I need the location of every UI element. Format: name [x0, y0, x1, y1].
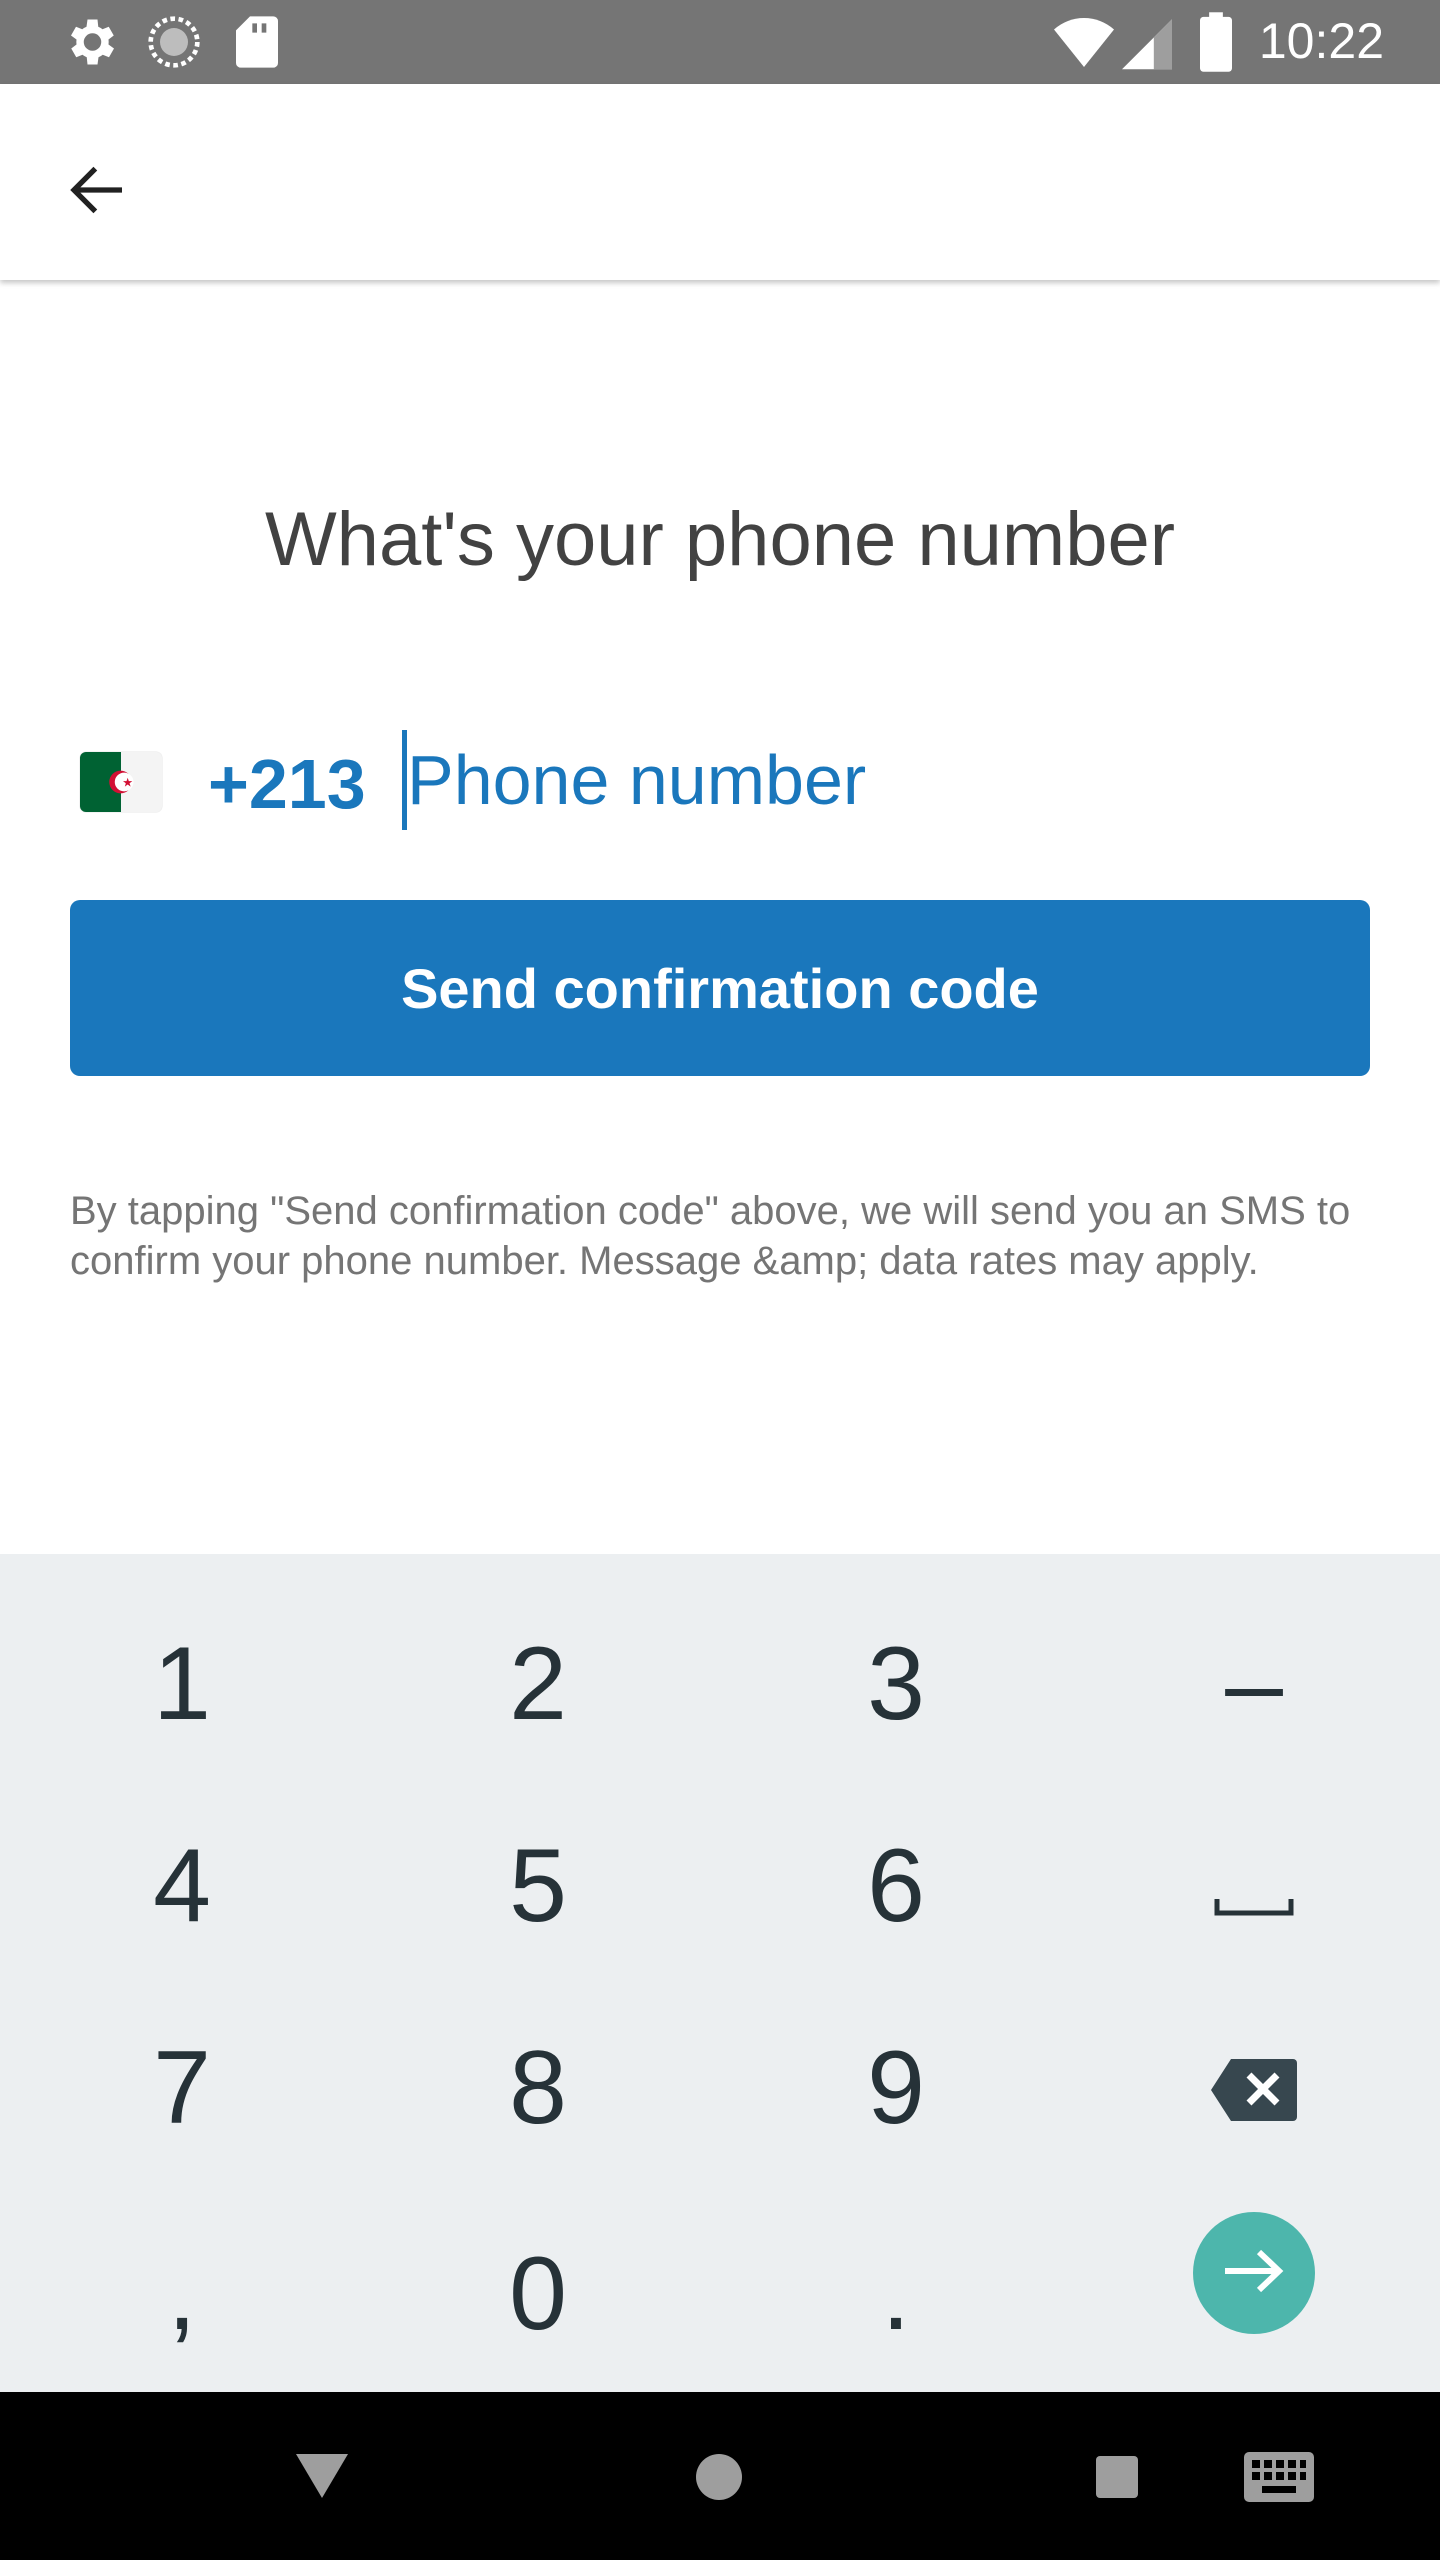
send-confirmation-code-button[interactable]: Send confirmation code [70, 900, 1370, 1076]
key-space[interactable] [1076, 1786, 1432, 1986]
algeria-flag-icon[interactable] [80, 752, 162, 812]
key-3[interactable]: 3 [718, 1584, 1074, 1784]
key-period[interactable]: . [718, 2194, 1074, 2394]
status-bar: 10:22 [0, 0, 1440, 84]
space-icon [1214, 1827, 1294, 1946]
phone-number-input[interactable] [402, 730, 1362, 830]
battery-icon [1200, 12, 1232, 77]
phone-number-row: +213 [0, 730, 1440, 840]
arrow-right-icon [1221, 2246, 1287, 2301]
status-time: 10:22 [1258, 13, 1384, 69]
numeric-keyboard: 1 2 3 – 4 5 6 7 8 9 , 0 . [0, 1554, 1440, 2392]
arrow-left-icon [66, 158, 130, 227]
key-dash[interactable]: – [1076, 1584, 1432, 1784]
back-triangle-icon[interactable] [296, 2454, 348, 2503]
home-circle-icon[interactable] [696, 2454, 742, 2505]
key-4[interactable]: 4 [4, 1786, 360, 1986]
key-comma[interactable]: , [4, 2194, 360, 2394]
cell-signal-icon [1122, 14, 1172, 75]
key-7[interactable]: 7 [4, 1988, 360, 2188]
key-8[interactable]: 8 [360, 1988, 716, 2188]
sync-icon [146, 14, 202, 75]
country-code[interactable]: +213 [208, 744, 366, 824]
key-backspace[interactable] [1076, 1988, 1432, 2188]
key-5[interactable]: 5 [360, 1786, 716, 1986]
sd-card-icon [232, 14, 282, 75]
key-9[interactable]: 9 [718, 1988, 1074, 2188]
system-nav-bar [0, 2392, 1440, 2560]
key-0[interactable]: 0 [360, 2194, 716, 2394]
go-key[interactable] [1193, 2212, 1315, 2334]
keyboard-icon[interactable] [1244, 2452, 1314, 2507]
key-6[interactable]: 6 [718, 1786, 1074, 1986]
backspace-icon [1209, 2029, 1299, 2148]
page-title: What's your phone number [264, 497, 1176, 582]
key-2[interactable]: 2 [360, 1584, 716, 1784]
back-button[interactable] [50, 144, 146, 240]
key-1[interactable]: 1 [4, 1584, 360, 1784]
wifi-icon [1054, 14, 1114, 75]
recents-square-icon[interactable] [1096, 2456, 1138, 2503]
sms-disclaimer: By tapping "Send confirmation code" abov… [70, 1189, 1351, 1283]
app-bar [0, 84, 1440, 280]
settings-icon [60, 12, 120, 77]
